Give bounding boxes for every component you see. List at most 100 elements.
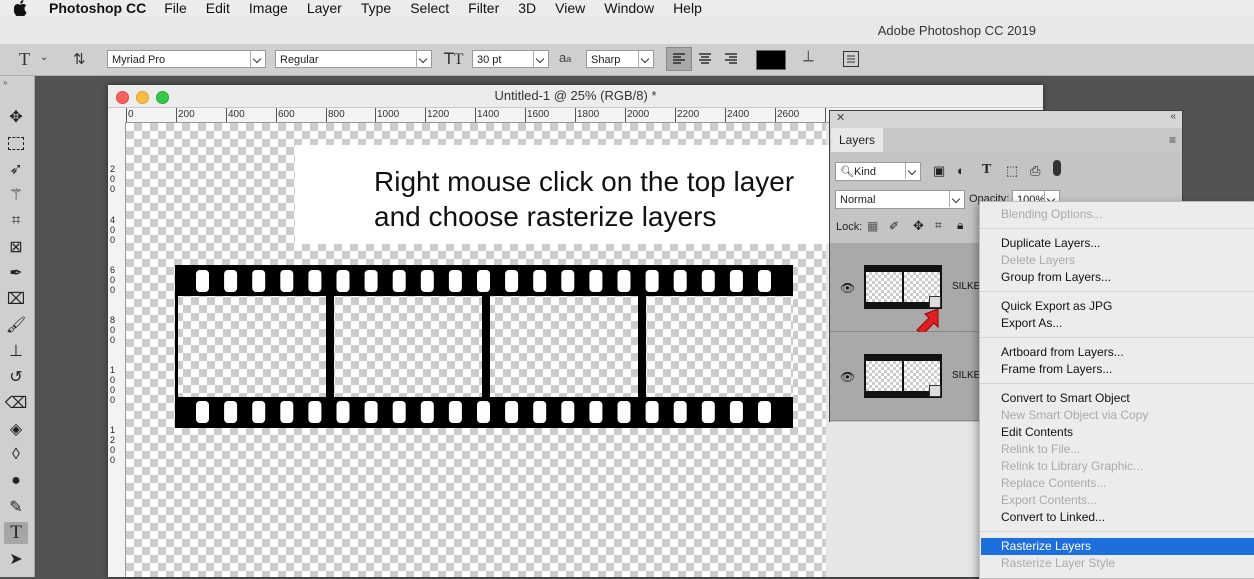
menu-separator [980,337,1254,338]
menu-item-rasterize-layer-style[interactable]: Rasterize Layer Style [1001,556,1115,570]
layer-thumbnail [864,354,942,398]
close-window-button[interactable] [116,91,129,104]
pen-tool-icon[interactable]: ✎ [4,496,28,518]
warp-text-icon[interactable]: ⟂ [803,48,814,66]
character-panel-icon[interactable] [843,51,859,67]
menu-item-new-smart-object-via-copy[interactable]: New Smart Object via Copy [1001,408,1148,422]
tab-layers[interactable]: Layers [831,128,883,152]
menu-item-duplicate-layers[interactable]: Duplicate Layers... [1001,236,1100,250]
paint-bucket-tool-icon[interactable]: ◈ [4,418,28,440]
menu-file[interactable]: File [164,0,187,16]
menu-item-group-from-layers[interactable]: Group from Layers... [1001,270,1111,284]
eye-icon[interactable]: 👁︎ [840,370,855,384]
menu-type[interactable]: Type [361,0,391,16]
magic-wand-tool-icon[interactable]: ⚚ [4,184,28,206]
film-perforation [308,401,322,423]
film-perforation [420,270,434,292]
menu-item-relink-to-file[interactable]: Relink to File... [1001,442,1080,456]
menu-item-export-as[interactable]: Export As... [1001,316,1062,330]
menu-item-blending-options[interactable]: Blending Options... [1001,207,1102,221]
panel-menu-icon[interactable]: ≡ [1169,133,1176,147]
film-perforation [701,270,715,292]
blend-mode-select[interactable]: Normal [835,190,965,209]
menu-item-delete-layers[interactable]: Delete Layers [1001,253,1075,267]
menu-view[interactable]: View [555,0,585,16]
filter-kind-select[interactable]: 🔍︎Kind [835,162,921,181]
apple-icon[interactable] [13,0,30,16]
healing-brush-tool-icon[interactable]: ⌧ [4,288,28,310]
lock-artboard-icon[interactable]: ⌗ [935,218,942,233]
menu-3d[interactable]: 3D [518,0,536,16]
clone-stamp-tool-icon[interactable]: ⊥ [4,340,28,362]
film-perforation [252,270,266,292]
options-bar: T ⌄ ⇅ Myriad Pro Regular ꓔT 30 pt aa Sha… [0,44,1254,76]
align-right-button[interactable] [719,48,743,70]
preset-dropdown-icon[interactable]: ⌄ [40,52,48,63]
film-perforation [645,270,659,292]
history-brush-tool-icon[interactable]: ↺ [4,366,28,388]
lock-all-icon[interactable]: 🔒︎ [957,218,963,233]
menu-item-rasterize-layers[interactable]: Rasterize Layers [1001,539,1091,553]
eyedropper-tool-icon[interactable]: ✒ [4,262,28,284]
ruler-origin[interactable] [108,108,127,123]
lock-position-icon[interactable]: ✥ [913,218,924,234]
menu-window[interactable]: Window [604,0,654,16]
frame-tool-icon[interactable]: ⊠ [4,236,28,258]
menu-item-edit-contents[interactable]: Edit Contents [1001,425,1073,439]
menu-item-relink-to-library[interactable]: Relink to Library Graphic... [1001,459,1143,473]
font-family-select[interactable]: Myriad Pro [107,50,266,68]
blur-tool-icon[interactable]: ◊ [4,444,28,466]
menu-app-name[interactable]: Photoshop CC [49,0,146,16]
filter-adjustment-icon[interactable]: ◐ [957,163,965,178]
layer-row-bottom[interactable]: 👁︎ SILKE [830,332,980,421]
menu-item-export-contents[interactable]: Export Contents... [1001,493,1097,507]
brush-tool-icon[interactable]: 🖌 [4,314,28,336]
eraser-tool-icon[interactable]: ⌫ [4,392,28,414]
eye-icon[interactable]: 👁︎ [840,281,855,295]
filter-smart-object-icon[interactable]: ⎙ [1030,163,1040,179]
dodge-tool-icon[interactable]: ● [4,470,28,492]
collapse-tools-icon[interactable]: » [0,78,37,87]
zoom-window-button[interactable] [156,91,169,104]
lock-image-icon[interactable]: ✐ [889,219,899,233]
lock-transparent-icon[interactable]: ▦ [867,219,878,233]
font-size-select[interactable]: 30 pt [472,50,549,68]
marquee-tool-icon[interactable] [4,132,28,154]
type-tool-icon[interactable]: T [4,522,28,544]
menu-edit[interactable]: Edit [206,0,230,16]
lasso-tool-icon[interactable]: ➶ [4,158,28,180]
align-left-button[interactable] [666,47,692,71]
menu-item-frame-from-layers[interactable]: Frame from Layers... [1001,362,1112,376]
close-panel-icon[interactable]: ✕ [836,111,845,124]
menu-item-quick-export-jpg[interactable]: Quick Export as JPG [1001,299,1112,313]
filter-toggle-icon[interactable] [1053,160,1061,176]
ruler-tick: 0 [110,385,116,395]
minimize-window-button[interactable] [136,91,149,104]
type-tool-preset-icon[interactable]: T [19,49,30,70]
align-center-button[interactable] [693,48,717,70]
menu-image[interactable]: Image [249,0,288,16]
menu-item-replace-contents[interactable]: Replace Contents... [1001,476,1106,490]
toggle-orientation-icon[interactable]: ⇅ [73,50,86,68]
menu-item-convert-to-linked[interactable]: Convert to Linked... [1001,510,1105,524]
menu-filter[interactable]: Filter [468,0,499,16]
text-color-swatch[interactable] [756,50,786,70]
font-style-select[interactable]: Regular [275,50,432,68]
path-selection-tool-icon[interactable]: ➤ [4,548,28,570]
menu-help[interactable]: Help [673,0,702,16]
filter-pixel-icon[interactable]: ▣ [933,163,945,179]
filter-shape-icon[interactable]: ⬚ [1006,163,1018,179]
antialias-select[interactable]: Sharp [586,50,654,68]
vertical-ruler[interactable]: 2 0 0 4 0 0 6 0 0 8 0 0 1 0 0 0 1 2 0 0 [108,122,126,577]
collapse-panel-icon[interactable]: « [1170,111,1176,122]
menu-layer[interactable]: Layer [307,0,342,16]
crop-tool-icon[interactable]: ⌗ [4,210,28,232]
menu-item-artboard-from-layers[interactable]: Artboard from Layers... [1001,345,1124,359]
menu-item-convert-to-smart-object[interactable]: Convert to Smart Object [1001,391,1130,405]
layer-row-top[interactable]: 👁︎ SILKE [830,243,980,336]
menu-select[interactable]: Select [410,0,449,16]
filter-type-icon[interactable]: T [982,162,991,178]
film-perforation [533,401,547,423]
chevron-down-icon [416,51,431,67]
move-tool-icon[interactable]: ✥ [4,106,28,128]
